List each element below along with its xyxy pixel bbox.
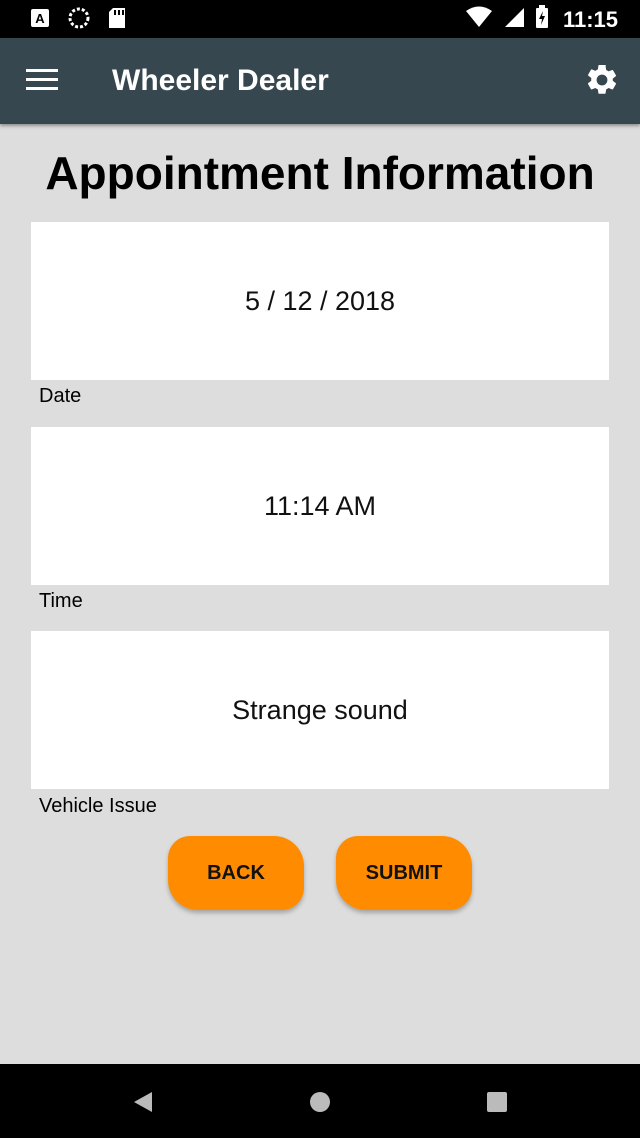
app-title: Wheeler Dealer [112,64,329,97]
time-label: Time [39,590,83,612]
submit-button[interactable]: SUBMIT [336,836,472,910]
time-field[interactable]: 11:14 AM [31,427,609,585]
date-field[interactable]: 5 / 12 / 2018 [31,222,609,380]
gear-icon[interactable] [584,62,620,103]
loading-circle-icon [68,7,90,34]
vehicle-issue-value: Strange sound [232,694,408,725]
wifi-icon [465,6,493,33]
back-button[interactable]: BACK [168,836,304,910]
cell-signal-icon [503,6,525,33]
sd-card-icon [108,7,126,34]
status-bar: A 11:15 [0,0,640,38]
svg-text:A: A [35,11,45,26]
text-a-icon: A [30,8,50,33]
navigation-bar [0,1064,640,1138]
battery-icon [535,5,549,34]
home-circle-icon[interactable] [308,1090,332,1119]
app-bar: Wheeler Dealer [0,38,640,124]
vehicle-issue-field[interactable]: Strange sound [31,631,609,789]
recents-square-icon[interactable] [486,1090,508,1119]
status-left-icons: A [30,7,126,34]
time-value: 11:14 AM [263,490,377,521]
date-label: Date [39,385,82,407]
vehicle-issue-label: Vehicle Issue [39,795,157,817]
date-value: 5 / 12 / 2018 [244,285,396,316]
status-right-icons: 11:15 [465,5,618,34]
page-title: Appointment Information [45,147,595,199]
hamburger-menu-icon[interactable] [26,68,58,97]
status-time: 11:15 [562,6,618,32]
back-triangle-icon[interactable] [132,1090,154,1119]
